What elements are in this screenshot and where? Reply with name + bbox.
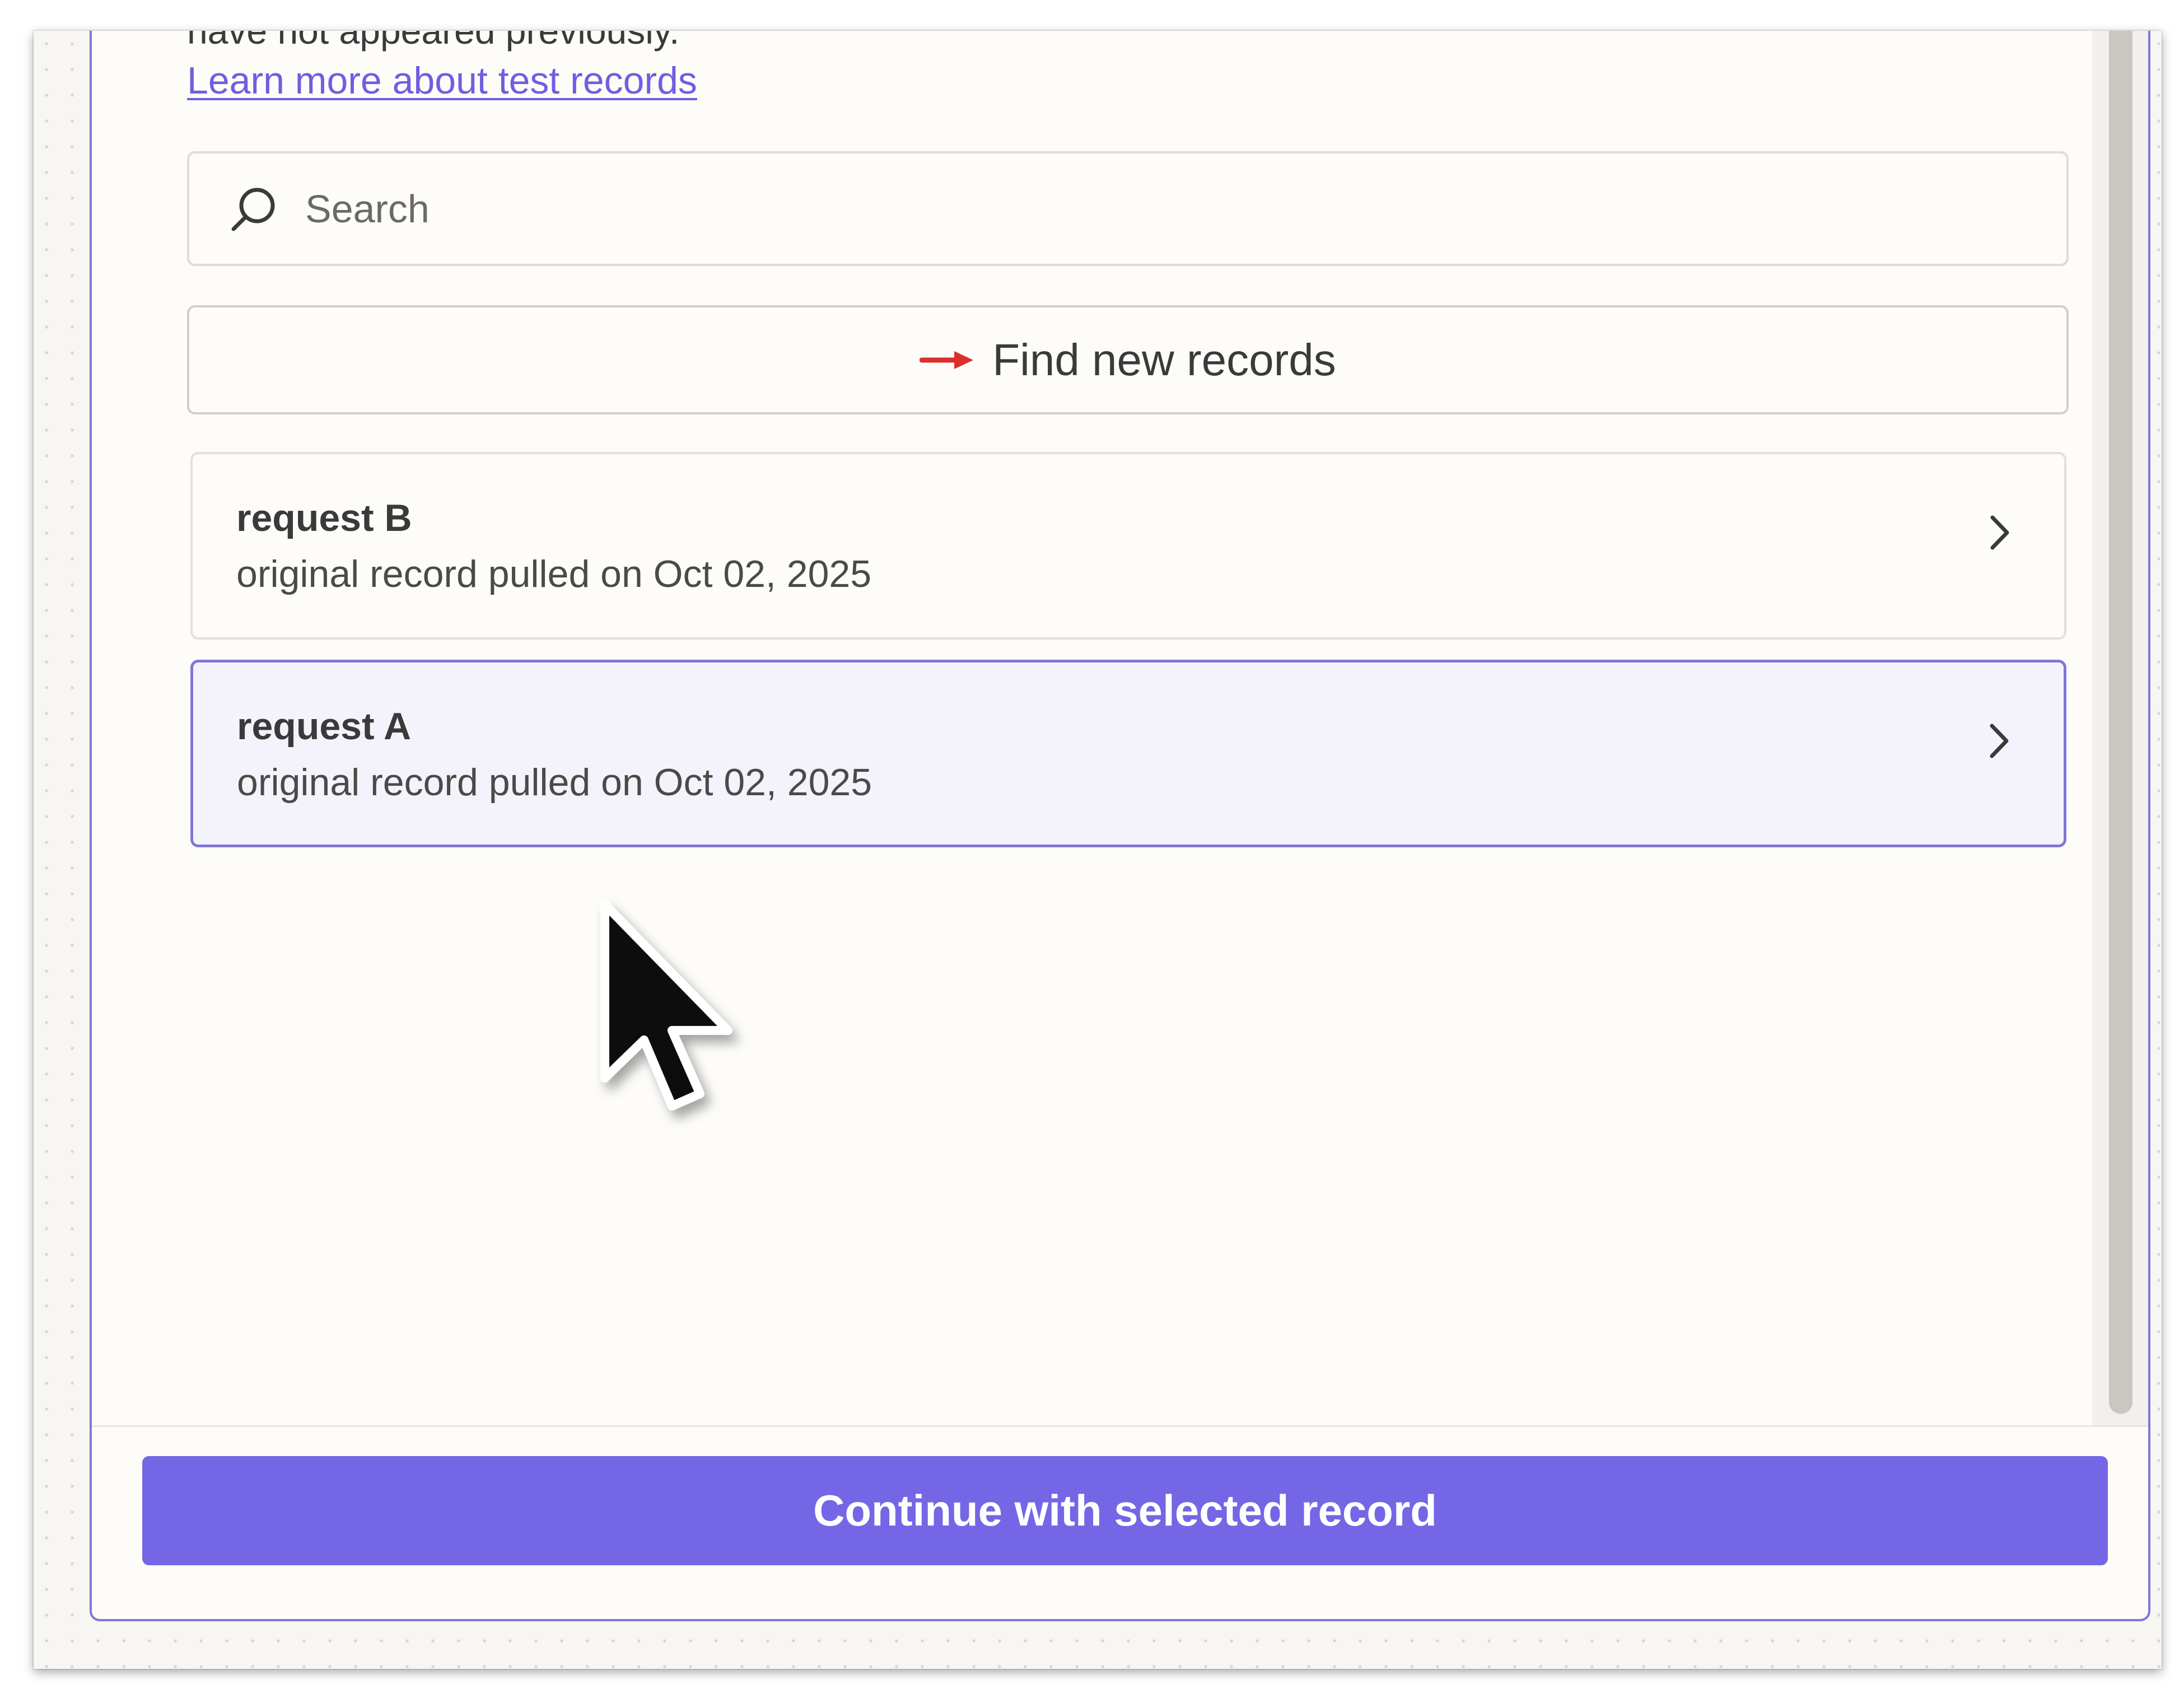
search-box[interactable]: [187, 151, 2069, 266]
footer-divider: [92, 1425, 2148, 1427]
panel-scroll-area: have not appeared previously. Learn more…: [92, 31, 2097, 1470]
record-subtitle: original record pulled on Oct 02, 2025: [236, 553, 872, 595]
record-title: request B: [236, 497, 412, 539]
chevron-right-icon: [1990, 724, 2009, 758]
learn-more-link[interactable]: Learn more about test records: [187, 59, 697, 102]
search-icon: [220, 175, 287, 242]
find-new-records-label: Find new records: [992, 334, 1336, 385]
chevron-right-icon: [1990, 515, 2009, 550]
red-arrow-icon: [920, 343, 976, 377]
record-item-request-a[interactable]: request A original record pulled on Oct …: [190, 660, 2066, 847]
scrollbar-thumb[interactable]: [2109, 31, 2132, 1414]
mouse-pointer-icon: [600, 900, 732, 1111]
search-input[interactable]: [304, 185, 1986, 232]
scrollbar-track[interactable]: [2092, 31, 2148, 1425]
record-subtitle: original record pulled on Oct 02, 2025: [237, 761, 872, 804]
continue-button[interactable]: Continue with selected record: [142, 1456, 2108, 1565]
test-record-panel: have not appeared previously. Learn more…: [90, 31, 2150, 1621]
screenshot-frame: have not appeared previously. Learn more…: [34, 31, 2162, 1669]
record-item-request-b[interactable]: request B original record pulled on Oct …: [190, 452, 2066, 640]
continue-button-label: Continue with selected record: [813, 1486, 1437, 1535]
find-new-records-button[interactable]: Find new records: [187, 305, 2069, 414]
record-title: request A: [237, 705, 412, 748]
intro-text: have not appeared previously.: [187, 31, 680, 52]
